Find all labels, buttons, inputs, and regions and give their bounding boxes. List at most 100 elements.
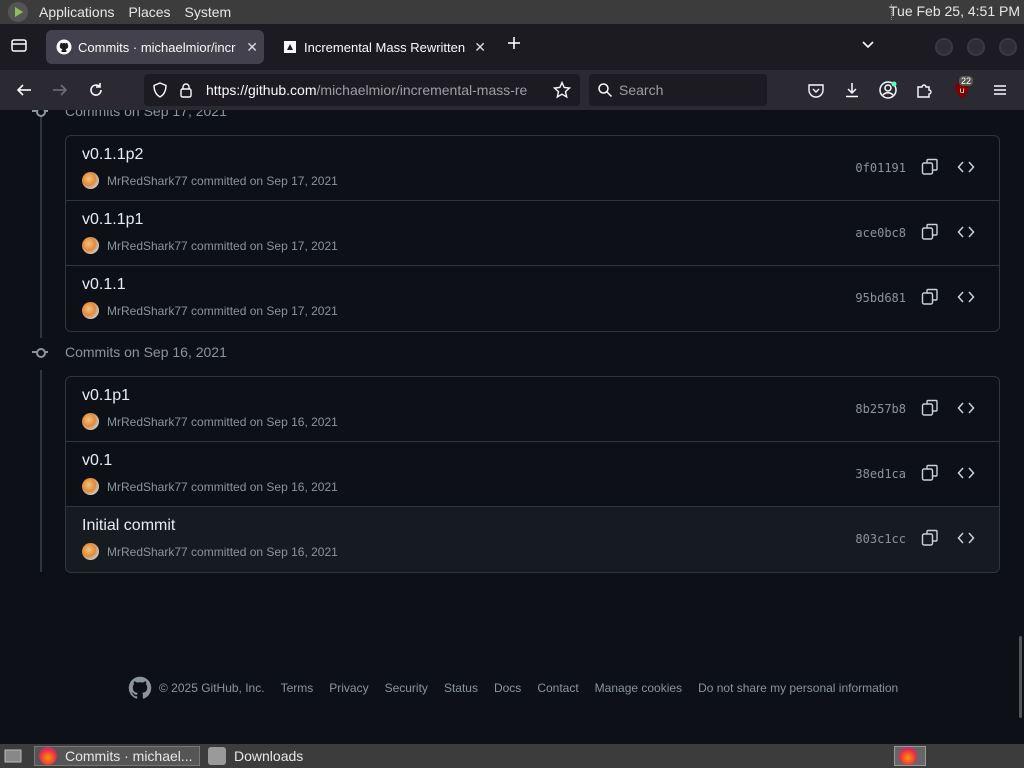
commit-date: committed on Sep 17, 2021 (191, 173, 338, 188)
code-brackets-icon[interactable] (957, 223, 975, 241)
tab-commits[interactable]: Commits · michaelmior/incr ✕ (46, 30, 264, 64)
forward-arrow-icon[interactable] (50, 80, 70, 100)
menu-applications[interactable]: Applications (32, 4, 122, 20)
avatar[interactable] (82, 172, 99, 189)
search-bar[interactable]: Search (589, 74, 767, 106)
github-icon (56, 39, 72, 55)
commit-message-link[interactable]: v0.1.1 (82, 276, 126, 294)
footer-link-do-not-share[interactable]: Do not share my personal information (698, 681, 898, 695)
shield-icon[interactable] (150, 80, 170, 100)
bookmark-star-icon[interactable] (552, 80, 572, 100)
commit-node-icon (32, 344, 48, 360)
commit-sha-link[interactable]: ace0bc8 (855, 226, 906, 240)
commit-message-link[interactable]: Initial commit (82, 517, 175, 535)
list-all-tabs-chevron-down-icon[interactable] (860, 36, 876, 59)
commit-row[interactable]: v0.1.1p2 MrRedShark77 committed on Sep 1… (66, 136, 999, 201)
commit-sha-link[interactable]: 38ed1ca (855, 467, 906, 481)
avatar[interactable] (82, 237, 99, 254)
system-logo-icon[interactable] (8, 2, 28, 22)
commit-row[interactable]: v0.1.1p1 MrRedShark77 committed on Sep 1… (66, 201, 999, 266)
commit-group-heading: Commits on Sep 17, 2021 (32, 110, 227, 119)
footer-link-terms[interactable]: Terms (281, 681, 314, 695)
commit-meta: MrRedShark77 committed on Sep 16, 2021 (82, 543, 338, 560)
avatar[interactable] (82, 413, 99, 430)
system-top-panel: Applications Places System Tue Feb 25, 4… (0, 0, 1024, 24)
author-link[interactable]: MrRedShark77 (107, 480, 188, 494)
commit-row[interactable]: v0.1 MrRedShark77 committed on Sep 16, 2… (66, 442, 999, 507)
copy-icon[interactable] (921, 464, 939, 482)
commit-sha-link[interactable]: 803c1cc (855, 532, 906, 546)
footer-link-docs[interactable]: Docs (494, 681, 521, 695)
copy-icon[interactable] (921, 399, 939, 417)
footer-link-contact[interactable]: Contact (537, 681, 578, 695)
close-tab-icon[interactable]: ✕ (246, 39, 258, 56)
group-date: Commits on Sep 17, 2021 (65, 110, 227, 119)
page-scrollbar[interactable] (1019, 636, 1022, 718)
footer-link-privacy[interactable]: Privacy (329, 681, 368, 695)
copy-icon[interactable] (921, 288, 939, 306)
extensions-puzzle-icon[interactable] (914, 80, 934, 100)
back-arrow-icon[interactable] (14, 80, 34, 100)
copy-icon[interactable] (921, 223, 939, 241)
tab-incremental-mass[interactable]: Incremental Mass Rewritten ✕ (272, 30, 492, 64)
avatar[interactable] (82, 302, 99, 319)
maximize-window-button[interactable] (967, 38, 985, 56)
page-content: Commits on Sep 17, 2021 v0.1.1p2 MrRedSh… (0, 110, 1024, 744)
close-window-button[interactable] (999, 38, 1017, 56)
taskbar-item-label: Downloads (234, 748, 304, 764)
downloads-icon[interactable] (842, 80, 862, 100)
menu-places[interactable]: Places (122, 4, 178, 20)
code-brackets-icon[interactable] (957, 288, 975, 306)
avatar[interactable] (82, 543, 99, 560)
minimize-window-button[interactable] (935, 38, 953, 56)
taskbar-item-downloads[interactable]: Downloads (204, 746, 364, 766)
tab-title: Incremental Mass Rewritten (304, 39, 466, 55)
github-logo-icon[interactable] (128, 676, 152, 700)
code-brackets-icon[interactable] (957, 464, 975, 482)
commit-message-link[interactable]: v0.1.1p2 (82, 146, 143, 164)
author-link[interactable]: MrRedShark77 (107, 174, 188, 188)
lock-icon[interactable] (176, 80, 196, 100)
browser-tab-bar: Commits · michaelmior/incr ✕ Incremental… (0, 24, 1024, 70)
code-brackets-icon[interactable] (957, 529, 975, 547)
copy-icon[interactable] (921, 529, 939, 547)
pocket-icon[interactable] (806, 80, 826, 100)
commit-date: committed on Sep 17, 2021 (191, 238, 338, 253)
commit-message-link[interactable]: v0.1 (82, 452, 112, 470)
commit-meta: MrRedShark77 committed on Sep 16, 2021 (82, 478, 338, 495)
commit-meta: MrRedShark77 committed on Sep 16, 2021 (82, 413, 338, 430)
commit-meta: MrRedShark77 committed on Sep 17, 2021 (82, 172, 338, 189)
account-icon[interactable] (878, 80, 898, 100)
commit-row[interactable]: Initial commit MrRedShark77 committed on… (66, 507, 999, 572)
footer-link-status[interactable]: Status (444, 681, 478, 695)
avatar[interactable] (82, 478, 99, 495)
commit-sha-link[interactable]: 0f01191 (855, 161, 906, 175)
clock[interactable]: Tue Feb 25, 4:51 PM (889, 3, 1020, 19)
commit-message-link[interactable]: v0.1p1 (82, 387, 130, 405)
show-desktop-icon[interactable] (0, 746, 28, 766)
menu-system[interactable]: System (178, 4, 239, 20)
code-brackets-icon[interactable] (957, 399, 975, 417)
commit-sha-link[interactable]: 8b257b8 (855, 402, 906, 416)
reload-icon[interactable] (86, 80, 106, 100)
footer-link-manage-cookies[interactable]: Manage cookies (595, 681, 682, 695)
close-tab-icon[interactable]: ✕ (474, 39, 486, 56)
commit-row[interactable]: v0.1p1 MrRedShark77 committed on Sep 16,… (66, 377, 999, 442)
new-tab-icon[interactable] (506, 34, 522, 57)
author-link[interactable]: MrRedShark77 (107, 304, 188, 318)
author-link[interactable]: MrRedShark77 (107, 545, 188, 559)
url-text: https://github.com/michaelmior/increment… (206, 82, 546, 98)
footer-link-security[interactable]: Security (385, 681, 428, 695)
hamburger-menu-icon[interactable] (990, 80, 1010, 100)
code-brackets-icon[interactable] (957, 158, 975, 176)
address-bar[interactable]: https://github.com/michaelmior/increment… (144, 74, 580, 106)
copy-icon[interactable] (921, 158, 939, 176)
commit-sha-link[interactable]: 95bd681 (855, 291, 906, 305)
workspace-switcher[interactable] (894, 746, 926, 766)
taskbar-item-firefox[interactable]: Commits · michael... (34, 746, 200, 766)
commit-row[interactable]: v0.1.1 MrRedShark77 committed on Sep 17,… (66, 266, 999, 331)
commit-message-link[interactable]: v0.1.1p1 (82, 211, 143, 229)
tab-overview-icon[interactable] (10, 36, 28, 60)
author-link[interactable]: MrRedShark77 (107, 415, 188, 429)
author-link[interactable]: MrRedShark77 (107, 239, 188, 253)
